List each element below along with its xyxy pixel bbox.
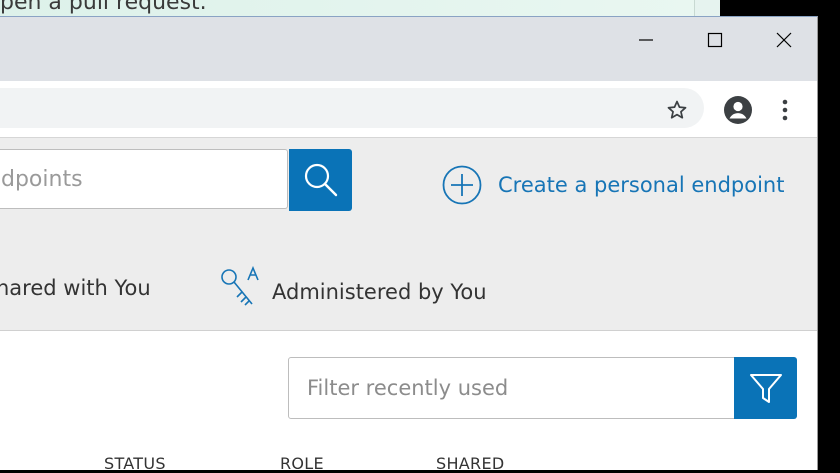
keys-icon — [221, 266, 259, 306]
profile-button[interactable] — [722, 94, 754, 126]
column-header-status[interactable]: STATUS — [104, 454, 166, 473]
endpoint-search-input[interactable] — [0, 150, 287, 208]
browser-menu-button[interactable] — [774, 96, 796, 124]
filter-button[interactable] — [734, 357, 797, 419]
omnibox[interactable] — [0, 88, 704, 128]
column-header-shared[interactable]: SHARED — [436, 454, 504, 473]
search-icon — [304, 163, 337, 197]
bookmark-star-button[interactable] — [664, 97, 690, 123]
filter-input[interactable] — [289, 358, 734, 418]
background-window-panel: pen a pull request. — [0, 0, 695, 17]
search-button[interactable] — [289, 149, 352, 211]
background-window: pen a pull request. — [0, 0, 720, 17]
maximize-icon — [707, 32, 723, 48]
address-bar-row — [0, 81, 817, 138]
create-link-label: Create a personal endpoint — [498, 173, 785, 197]
tab-label: Administered by You — [272, 280, 487, 304]
plus-circle-icon — [442, 165, 482, 205]
browser-window: Create a personal endpoint hared with Yo… — [0, 16, 818, 473]
minimize-button[interactable] — [623, 25, 669, 55]
more-vert-icon — [782, 99, 788, 121]
column-header-role[interactable]: ROLE — [280, 454, 324, 473]
tab-shared-with-you[interactable]: hared with You — [0, 276, 151, 300]
tab-label: hared with You — [0, 276, 151, 300]
star-icon — [667, 100, 687, 119]
filter-field[interactable] — [288, 357, 735, 419]
create-personal-endpoint-link[interactable]: Create a personal endpoint — [442, 163, 784, 207]
background-window-text: pen a pull request. — [0, 0, 207, 15]
minimize-icon — [639, 39, 653, 41]
filter-icon — [749, 374, 782, 403]
close-icon — [776, 32, 792, 48]
page-content: Create a personal endpoint hared with Yo… — [0, 138, 817, 473]
endpoint-search-field[interactable] — [0, 149, 288, 209]
close-button[interactable] — [761, 25, 807, 55]
account-icon — [724, 96, 752, 124]
tab-administered-by-you[interactable]: Administered by You — [218, 266, 487, 318]
title-bar — [0, 17, 817, 81]
recent-endpoints-panel: STATUS ROLE SHARED — [0, 331, 817, 473]
maximize-button[interactable] — [692, 25, 738, 55]
